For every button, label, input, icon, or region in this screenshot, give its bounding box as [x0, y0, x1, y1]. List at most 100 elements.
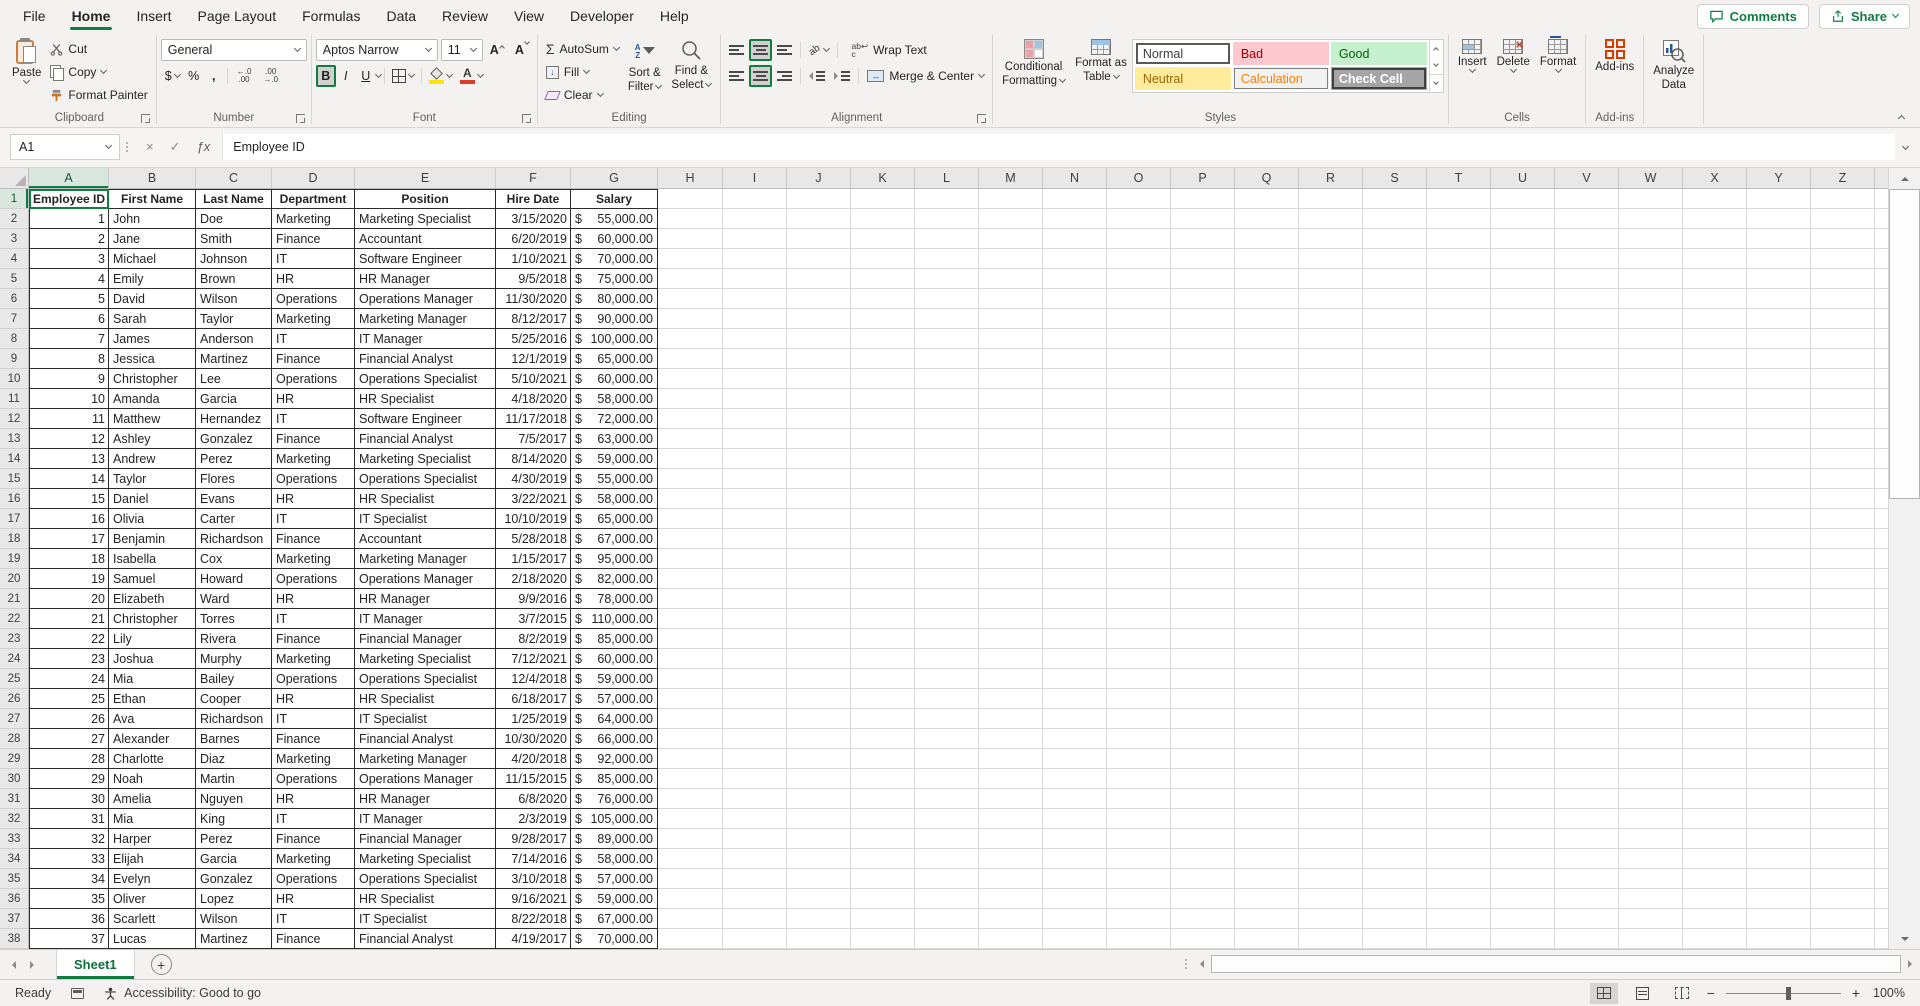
cell-D31[interactable]: HR	[272, 789, 355, 809]
cell-D6[interactable]: Operations	[272, 289, 355, 309]
cell-G28[interactable]: $66,000.00	[571, 729, 658, 749]
autosum-button[interactable]: Σ AutoSum	[542, 38, 623, 60]
cell-F22[interactable]: 3/7/2015	[496, 609, 571, 629]
cell-C24[interactable]: Murphy	[196, 649, 272, 669]
cell-R22[interactable]	[1299, 609, 1363, 629]
cell-I33[interactable]	[723, 829, 787, 849]
cell-V25[interactable]	[1555, 669, 1619, 689]
cell-Z14[interactable]	[1811, 449, 1875, 469]
cell-Q38[interactable]	[1235, 929, 1299, 949]
cell-Y25[interactable]	[1747, 669, 1811, 689]
align-left-button[interactable]	[725, 65, 748, 87]
cell-V19[interactable]	[1555, 549, 1619, 569]
cell-U1[interactable]	[1491, 189, 1555, 209]
cell-S36[interactable]	[1363, 889, 1427, 909]
cell-Z33[interactable]	[1811, 829, 1875, 849]
row-header-22[interactable]: 22	[0, 609, 29, 629]
cell-D1[interactable]: Department	[272, 189, 355, 209]
cell-A34[interactable]: 33	[29, 849, 109, 869]
cell-L26[interactable]	[915, 689, 979, 709]
cell-U26[interactable]	[1491, 689, 1555, 709]
formula-input[interactable]: Employee ID	[222, 133, 1895, 160]
row-header-26[interactable]: 26	[0, 689, 29, 709]
cell-J6[interactable]	[787, 289, 851, 309]
cell-J1[interactable]	[787, 189, 851, 209]
cell-B13[interactable]: Ashley	[109, 429, 196, 449]
cell-S28[interactable]	[1363, 729, 1427, 749]
cell-D26[interactable]: HR	[272, 689, 355, 709]
cell-M27[interactable]	[979, 709, 1043, 729]
cell-N17[interactable]	[1043, 509, 1107, 529]
share-button[interactable]: Share	[1818, 3, 1910, 29]
cell-H17[interactable]	[658, 509, 723, 529]
cell-W6[interactable]	[1619, 289, 1683, 309]
column-header-N[interactable]: N	[1043, 168, 1107, 188]
cell-T27[interactable]	[1427, 709, 1491, 729]
cell-Y24[interactable]	[1747, 649, 1811, 669]
cell-H8[interactable]	[658, 329, 723, 349]
cell-G19[interactable]: $95,000.00	[571, 549, 658, 569]
cell-P17[interactable]	[1171, 509, 1235, 529]
cell-N9[interactable]	[1043, 349, 1107, 369]
cell-B27[interactable]: Ava	[109, 709, 196, 729]
cell-I18[interactable]	[723, 529, 787, 549]
gallery-scroll-down-icon[interactable]	[1430, 57, 1443, 74]
cell-D14[interactable]: Marketing	[272, 449, 355, 469]
cell-L38[interactable]	[915, 929, 979, 949]
cell-A4[interactable]: 3	[29, 249, 109, 269]
cell-V2[interactable]	[1555, 209, 1619, 229]
row-header-7[interactable]: 7	[0, 309, 29, 329]
cell-D29[interactable]: Marketing	[272, 749, 355, 769]
cell-T24[interactable]	[1427, 649, 1491, 669]
cell-U20[interactable]	[1491, 569, 1555, 589]
cell-F37[interactable]: 8/22/2018	[496, 909, 571, 929]
cell-I32[interactable]	[723, 809, 787, 829]
cell-X34[interactable]	[1683, 849, 1747, 869]
cell-U9[interactable]	[1491, 349, 1555, 369]
cell-E30[interactable]: Operations Manager	[355, 769, 496, 789]
cell-Z22[interactable]	[1811, 609, 1875, 629]
cell-A10[interactable]: 9	[29, 369, 109, 389]
cell-Y10[interactable]	[1747, 369, 1811, 389]
cell-W14[interactable]	[1619, 449, 1683, 469]
cell-A6[interactable]: 5	[29, 289, 109, 309]
cell-M20[interactable]	[979, 569, 1043, 589]
cell-Y1[interactable]	[1747, 189, 1811, 209]
cell-C10[interactable]: Lee	[196, 369, 272, 389]
cell-X15[interactable]	[1683, 469, 1747, 489]
cell-V35[interactable]	[1555, 869, 1619, 889]
cell-T15[interactable]	[1427, 469, 1491, 489]
cell-M11[interactable]	[979, 389, 1043, 409]
cell-V6[interactable]	[1555, 289, 1619, 309]
cell-Y21[interactable]	[1747, 589, 1811, 609]
cell-G16[interactable]: $58,000.00	[571, 489, 658, 509]
cell-L2[interactable]	[915, 209, 979, 229]
cell-P31[interactable]	[1171, 789, 1235, 809]
cell-W20[interactable]	[1619, 569, 1683, 589]
cell-B7[interactable]: Sarah	[109, 309, 196, 329]
cell-Z36[interactable]	[1811, 889, 1875, 909]
cell-S18[interactable]	[1363, 529, 1427, 549]
cell-B33[interactable]: Harper	[109, 829, 196, 849]
cell-Q15[interactable]	[1235, 469, 1299, 489]
row-header-4[interactable]: 4	[0, 249, 29, 269]
cell-M8[interactable]	[979, 329, 1043, 349]
cell-Q30[interactable]	[1235, 769, 1299, 789]
cell-G20[interactable]: $82,000.00	[571, 569, 658, 589]
bold-button[interactable]: B	[315, 65, 336, 87]
cell-H3[interactable]	[658, 229, 723, 249]
cell-L1[interactable]	[915, 189, 979, 209]
cell-I11[interactable]	[723, 389, 787, 409]
cell-H10[interactable]	[658, 369, 723, 389]
cell-Q37[interactable]	[1235, 909, 1299, 929]
cell-C34[interactable]: Garcia	[196, 849, 272, 869]
cell-B25[interactable]: Mia	[109, 669, 196, 689]
column-header-T[interactable]: T	[1427, 168, 1491, 188]
cell-K17[interactable]	[851, 509, 915, 529]
cell-G7[interactable]: $90,000.00	[571, 309, 658, 329]
cell-B34[interactable]: Elijah	[109, 849, 196, 869]
cell-T29[interactable]	[1427, 749, 1491, 769]
cell-U16[interactable]	[1491, 489, 1555, 509]
cell-X3[interactable]	[1683, 229, 1747, 249]
cell-D19[interactable]: Marketing	[272, 549, 355, 569]
